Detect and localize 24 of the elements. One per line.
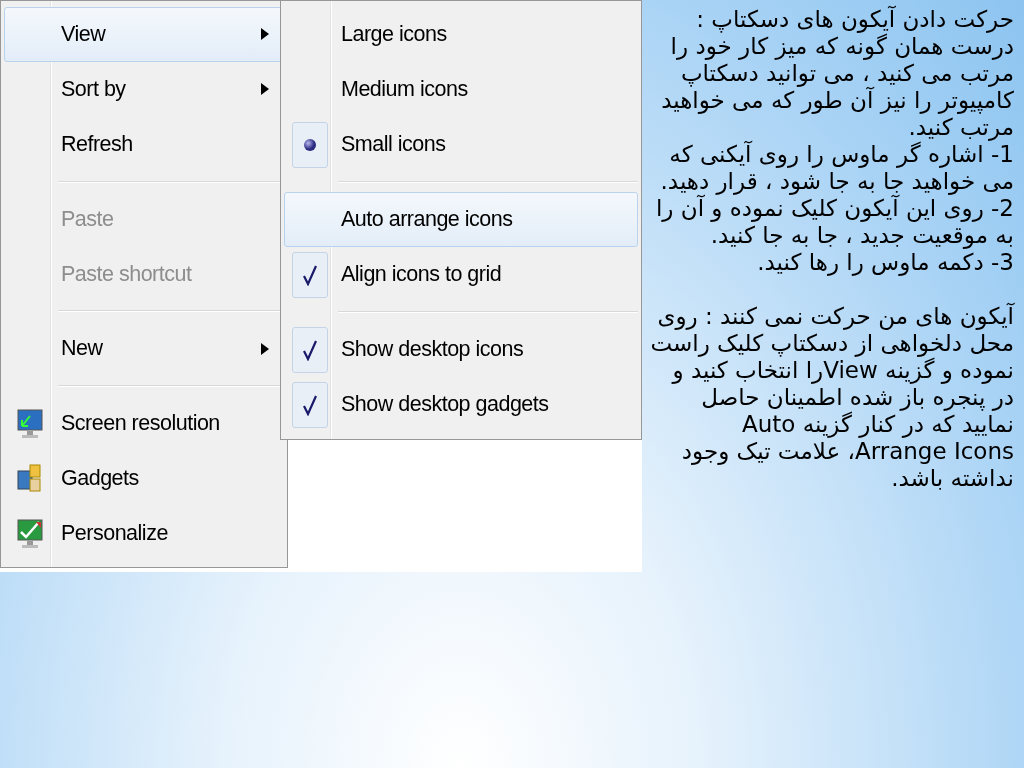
- menu-item[interactable]: Personalize: [4, 506, 284, 562]
- menu-item[interactable]: Sort by: [4, 61, 284, 117]
- menu-item[interactable]: Align icons to grid: [284, 247, 638, 302]
- submenu-arrow-icon: [261, 28, 269, 41]
- paragraph: 2- روی این آیکون کلیک نموده و آن را به موقعیت جدید ، جا به جا کنید.: [654, 195, 1014, 249]
- submenu-arrow-icon: [261, 342, 269, 355]
- paragraph: حرکت دادن آیکون های دسکتاپ : درست همان گونه که میز کار خود را مرتب می کنید ، می توانید دسکتاپ کامپیوتر را نیز آن طور که می خواهید مرتب کنید.: [660, 6, 1014, 141]
- personalize-icon: [16, 517, 44, 550]
- menu-item[interactable]: Gadgets: [4, 451, 284, 507]
- menu-item[interactable]: Large icons: [284, 7, 638, 62]
- submenu-arrow-icon: [261, 83, 269, 96]
- paragraph: 3- دکمه ماوس را رها کنید.: [756, 249, 1014, 276]
- menu-item[interactable]: Show desktop icons: [284, 322, 638, 377]
- gadgets-icon: [16, 462, 44, 495]
- paragraph: آیکون های من حرکت نمی کنند : روی محل دلخواهی از دسکتاپ کلیک راست نموده و گزینه Viewرا انتخاب کنید و در پنجره باز شده اطمینان حاصل نمایید که در کنار گزینه Auto Arrange Icons، علامت تیک وجود نداشته باشد.: [650, 303, 1014, 492]
- monitor-icon: [16, 407, 44, 440]
- menu-item[interactable]: Small icons: [284, 117, 638, 172]
- paragraph: 1- اشاره گر ماوس را روی آیکنی که می خواهید جا به جا شود ، قرار دهید.: [659, 141, 1014, 195]
- menu-item[interactable]: Medium icons: [284, 62, 638, 117]
- menu-item[interactable]: Show desktop gadgets: [284, 377, 638, 432]
- menu-item[interactable]: New: [4, 321, 284, 377]
- menu-item[interactable]: Auto arrange icons: [284, 192, 638, 247]
- menu-item[interactable]: Screen resolution: [4, 396, 284, 452]
- menu-item[interactable]: Refresh: [4, 116, 284, 172]
